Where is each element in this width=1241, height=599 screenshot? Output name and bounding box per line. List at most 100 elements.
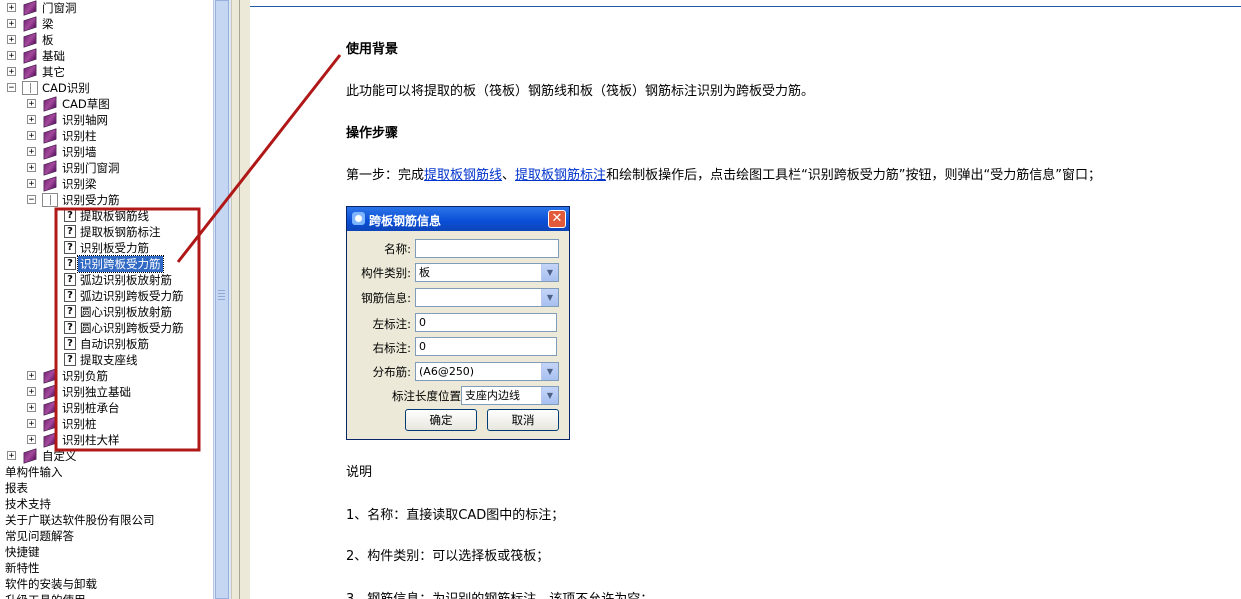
tree-item[interactable]: + 识别桩承台: [0, 400, 212, 416]
close-icon[interactable]: ✕: [548, 210, 566, 228]
tree-item-label[interactable]: 自定义: [40, 448, 79, 464]
tree-item-label[interactable]: 识别柱: [60, 128, 99, 144]
tree-item[interactable]: ? 圆心识别板放射筋: [0, 304, 212, 320]
tree-top-item[interactable]: 快捷键: [5, 544, 40, 560]
link-extract-rebar-labels[interactable]: 提取板钢筋标注: [515, 168, 606, 183]
tree-top-item[interactable]: 常见问题解答: [5, 528, 74, 544]
rebar-select[interactable]: ▼: [415, 288, 559, 307]
tree-item-label[interactable]: 识别梁: [60, 176, 99, 192]
expand-icon[interactable]: +: [7, 51, 16, 61]
type-select[interactable]: 板 ▼: [415, 263, 559, 282]
tree-item-label[interactable]: 识别门窗洞: [60, 160, 122, 176]
tree-item[interactable]: ? 弧边识别板放射筋: [0, 272, 212, 288]
chevron-down-icon[interactable]: ▼: [541, 289, 558, 306]
expand-icon[interactable]: +: [7, 451, 16, 461]
expand-icon[interactable]: +: [7, 35, 16, 45]
expand-icon[interactable]: +: [27, 147, 36, 157]
collapse-icon[interactable]: −: [27, 195, 36, 205]
tree-item[interactable]: + 识别柱大样: [0, 432, 212, 448]
tree-item[interactable]: ? 识别跨板受力筋: [0, 255, 212, 273]
ok-button[interactable]: 确定: [405, 409, 477, 431]
tree-top-item[interactable]: 关于广联达软件股份有限公司: [5, 512, 155, 528]
tree-item[interactable]: + 识别轴网: [0, 112, 212, 128]
tree-item[interactable]: + 基础: [0, 48, 212, 64]
tree-item[interactable]: ? 识别板受力筋: [0, 240, 212, 256]
tree-top-item[interactable]: 软件的安装与卸载: [5, 576, 97, 592]
tree-item-label[interactable]: 识别桩承台: [60, 400, 122, 416]
tree-item[interactable]: + 其它: [0, 64, 212, 80]
tree-item[interactable]: ? 圆心识别跨板受力筋: [0, 320, 212, 336]
tree-top-item[interactable]: 单构件输入: [5, 464, 63, 480]
help-contents-tree[interactable]: + 门窗洞 + 梁 + 板 + 基础 + 其它 − CAD识别 + CAD草图 + 识别轴网 + 识别柱 + 识别墙 +…: [0, 0, 212, 599]
tree-item[interactable]: + 识别负筋: [0, 368, 212, 384]
chevron-down-icon[interactable]: ▼: [541, 264, 558, 281]
tree-item[interactable]: + 识别墙: [0, 144, 212, 160]
tree-item-label[interactable]: 弧边识别跨板受力筋: [78, 288, 186, 304]
tree-item-label[interactable]: CAD草图: [60, 96, 112, 112]
tree-top-item[interactable]: 技术支持: [5, 496, 51, 512]
expand-icon[interactable]: +: [27, 403, 36, 413]
tree-item[interactable]: + 自定义: [0, 448, 212, 464]
tree-item[interactable]: ? 提取板钢筋线: [0, 208, 212, 224]
link-extract-rebar-lines[interactable]: 提取板钢筋线: [424, 168, 502, 183]
chevron-down-icon[interactable]: ▼: [541, 363, 558, 380]
tree-item-label[interactable]: 提取板钢筋标注: [78, 224, 163, 240]
tree-item-label[interactable]: 识别跨板受力筋: [77, 255, 164, 273]
tree-item-label[interactable]: 门窗洞: [40, 0, 79, 16]
distribution-select[interactable]: (A6@250) ▼: [415, 362, 559, 381]
name-field[interactable]: [415, 239, 559, 258]
tree-item[interactable]: ? 自动识别板筋: [0, 336, 212, 352]
tree-item[interactable]: ? 提取板钢筋标注: [0, 224, 212, 240]
tree-item-label[interactable]: 弧边识别板放射筋: [78, 272, 174, 288]
expand-icon[interactable]: +: [27, 115, 36, 125]
expand-icon[interactable]: +: [27, 435, 36, 445]
expand-icon[interactable]: +: [27, 131, 36, 141]
pane-splitter[interactable]: [231, 0, 250, 599]
chevron-down-icon[interactable]: ▼: [541, 387, 558, 404]
tree-item-label[interactable]: CAD识别: [40, 80, 92, 96]
expand-icon[interactable]: +: [27, 163, 36, 173]
tree-top-item[interactable]: 新特性: [5, 560, 40, 576]
tree-item[interactable]: + 识别柱: [0, 128, 212, 144]
tree-item-label[interactable]: 识别板受力筋: [78, 240, 151, 256]
tree-item-label[interactable]: 识别受力筋: [60, 192, 122, 208]
tree-item[interactable]: − CAD识别: [0, 80, 212, 96]
tree-item-label[interactable]: 识别墙: [60, 144, 99, 160]
tree-item-label[interactable]: 提取板钢筋线: [78, 208, 151, 224]
tree-top-item[interactable]: 升级工具的使用: [5, 592, 86, 599]
tree-item-label[interactable]: 识别柱大样: [60, 432, 122, 448]
tree-item[interactable]: + 识别独立基础: [0, 384, 212, 400]
tree-item[interactable]: ? 弧边识别跨板受力筋: [0, 288, 212, 304]
tree-scrollbar[interactable]: [213, 0, 231, 599]
tree-item-label[interactable]: 圆心识别板放射筋: [78, 304, 174, 320]
expand-icon[interactable]: +: [7, 67, 16, 77]
expand-icon[interactable]: +: [7, 3, 16, 13]
tree-item[interactable]: + 门窗洞: [0, 0, 212, 16]
tree-item[interactable]: + 识别桩: [0, 416, 212, 432]
collapse-icon[interactable]: −: [7, 83, 16, 93]
tree-item[interactable]: ? 提取支座线: [0, 352, 212, 368]
tree-item[interactable]: + 板: [0, 32, 212, 48]
expand-icon[interactable]: +: [27, 371, 36, 381]
tree-item[interactable]: − 识别受力筋: [0, 192, 212, 208]
cancel-button[interactable]: 取消: [487, 409, 559, 431]
tree-item[interactable]: + CAD草图: [0, 96, 212, 112]
tree-item-label[interactable]: 梁: [40, 16, 56, 32]
tree-item-label[interactable]: 自动识别板筋: [78, 336, 151, 352]
tree-item-label[interactable]: 识别轴网: [60, 112, 110, 128]
tree-item-label[interactable]: 识别桩: [60, 416, 99, 432]
tree-item[interactable]: + 梁: [0, 16, 212, 32]
expand-icon[interactable]: +: [7, 19, 16, 29]
expand-icon[interactable]: +: [27, 387, 36, 397]
tree-top-item[interactable]: 报表: [5, 480, 28, 496]
tree-item[interactable]: + 识别门窗洞: [0, 160, 212, 176]
expand-icon[interactable]: +: [27, 179, 36, 189]
tree-item-label[interactable]: 基础: [40, 48, 67, 64]
tree-item-label[interactable]: 识别负筋: [60, 368, 110, 384]
right-field[interactable]: 0: [415, 337, 557, 356]
expand-icon[interactable]: +: [27, 419, 36, 429]
tree-item[interactable]: + 识别梁: [0, 176, 212, 192]
tree-item-label[interactable]: 其它: [40, 64, 67, 80]
left-field[interactable]: 0: [415, 313, 557, 332]
expand-icon[interactable]: +: [27, 99, 36, 109]
